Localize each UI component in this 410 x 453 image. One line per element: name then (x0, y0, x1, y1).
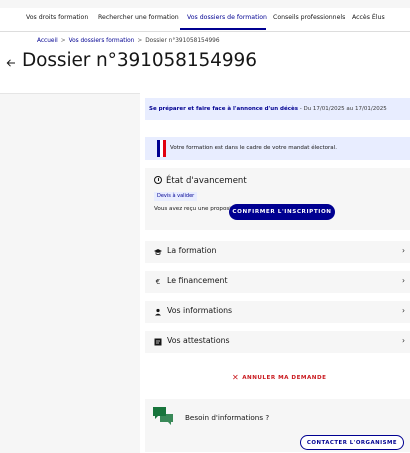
close-icon: ✕ (232, 373, 240, 382)
status-heading: État d'avancement (154, 176, 247, 186)
french-flag-icon (157, 140, 166, 157)
graduation-cap-icon (154, 248, 162, 256)
nav-active-indicator (180, 28, 266, 30)
user-icon (154, 308, 162, 316)
breadcrumb-current: Dossier n°391058154996 (145, 38, 220, 44)
session-banner: Se préparer et faire face à l'annonce d'… (145, 98, 410, 120)
nav-item-rechercher[interactable]: Rechercher une formation (98, 14, 179, 21)
arrow-left-icon[interactable] (6, 58, 16, 68)
accordion-attestations[interactable]: Vos attestations › (145, 331, 410, 353)
confirm-inscription-button[interactable]: CONFIRMER L'INSCRIPTION (229, 204, 335, 220)
contact-organisme-button[interactable]: CONTACTER L'ORGANISME (300, 435, 404, 450)
accordion-financement[interactable]: € Le financement › (145, 271, 410, 293)
nav-item-dossiers[interactable]: Vos dossiers de formation (187, 14, 267, 21)
nav-item-droits[interactable]: Vos droits formation (26, 14, 88, 21)
nav-item-conseils[interactable]: Conseils professionnels (273, 14, 345, 21)
accordion-label: Vos informations (167, 306, 233, 315)
euro-icon: € (155, 278, 161, 286)
chat-bubbles-icon (153, 407, 173, 425)
accordion-label: Vos attestations (167, 336, 230, 345)
cancel-label: ANNULER MA DEMANDE (242, 375, 327, 381)
breadcrumb-home[interactable]: Accueil (37, 38, 58, 44)
chevron-right-icon: › (402, 306, 405, 315)
chevron-right-icon: › (402, 336, 405, 345)
breadcrumb-separator: > (137, 38, 143, 44)
status-badge: Devis à valider (154, 192, 198, 201)
clock-icon (154, 176, 162, 184)
top-bar (0, 0, 410, 8)
session-dates: - Du 17/01/2025 au 17/01/2025 (297, 106, 387, 112)
status-card: État d'avancement Devis à valider Vous a… (145, 168, 410, 230)
page-title: Dossier n°391058154996 (22, 50, 257, 71)
help-title: Besoin d'informations ? (185, 413, 270, 422)
accordion-label: La formation (167, 246, 217, 255)
accordion-formation[interactable]: La formation › (145, 241, 410, 263)
chevron-right-icon: › (402, 246, 405, 255)
alert-text: Votre formation est dans le cadre de vot… (170, 145, 337, 151)
chevron-right-icon: › (402, 276, 405, 285)
breadcrumb-parent[interactable]: Vos dossiers formation (69, 38, 135, 44)
main-nav: Vos droits formation Rechercher une form… (0, 8, 410, 32)
document-icon (154, 338, 162, 346)
breadcrumb: Accueil > Vos dossiers formation > Dossier n… (37, 38, 220, 44)
mandate-alert: Votre formation est dans le cadre de vot… (145, 137, 410, 160)
nav-item-elus[interactable]: Accès Élus (352, 14, 385, 21)
cancel-request-link[interactable]: ✕ ANNULER MA DEMANDE (232, 373, 326, 382)
session-title: Se préparer et faire face à l'annonce d'… (149, 106, 298, 112)
accordion-label: Le financement (167, 276, 228, 285)
breadcrumb-separator: > (60, 38, 66, 44)
help-card: Besoin d'informations ? CONTACTER L'ORGA… (145, 399, 410, 452)
status-heading-text: État d'avancement (166, 176, 247, 186)
left-panel (0, 93, 140, 453)
accordion-informations[interactable]: Vos informations › (145, 301, 410, 323)
